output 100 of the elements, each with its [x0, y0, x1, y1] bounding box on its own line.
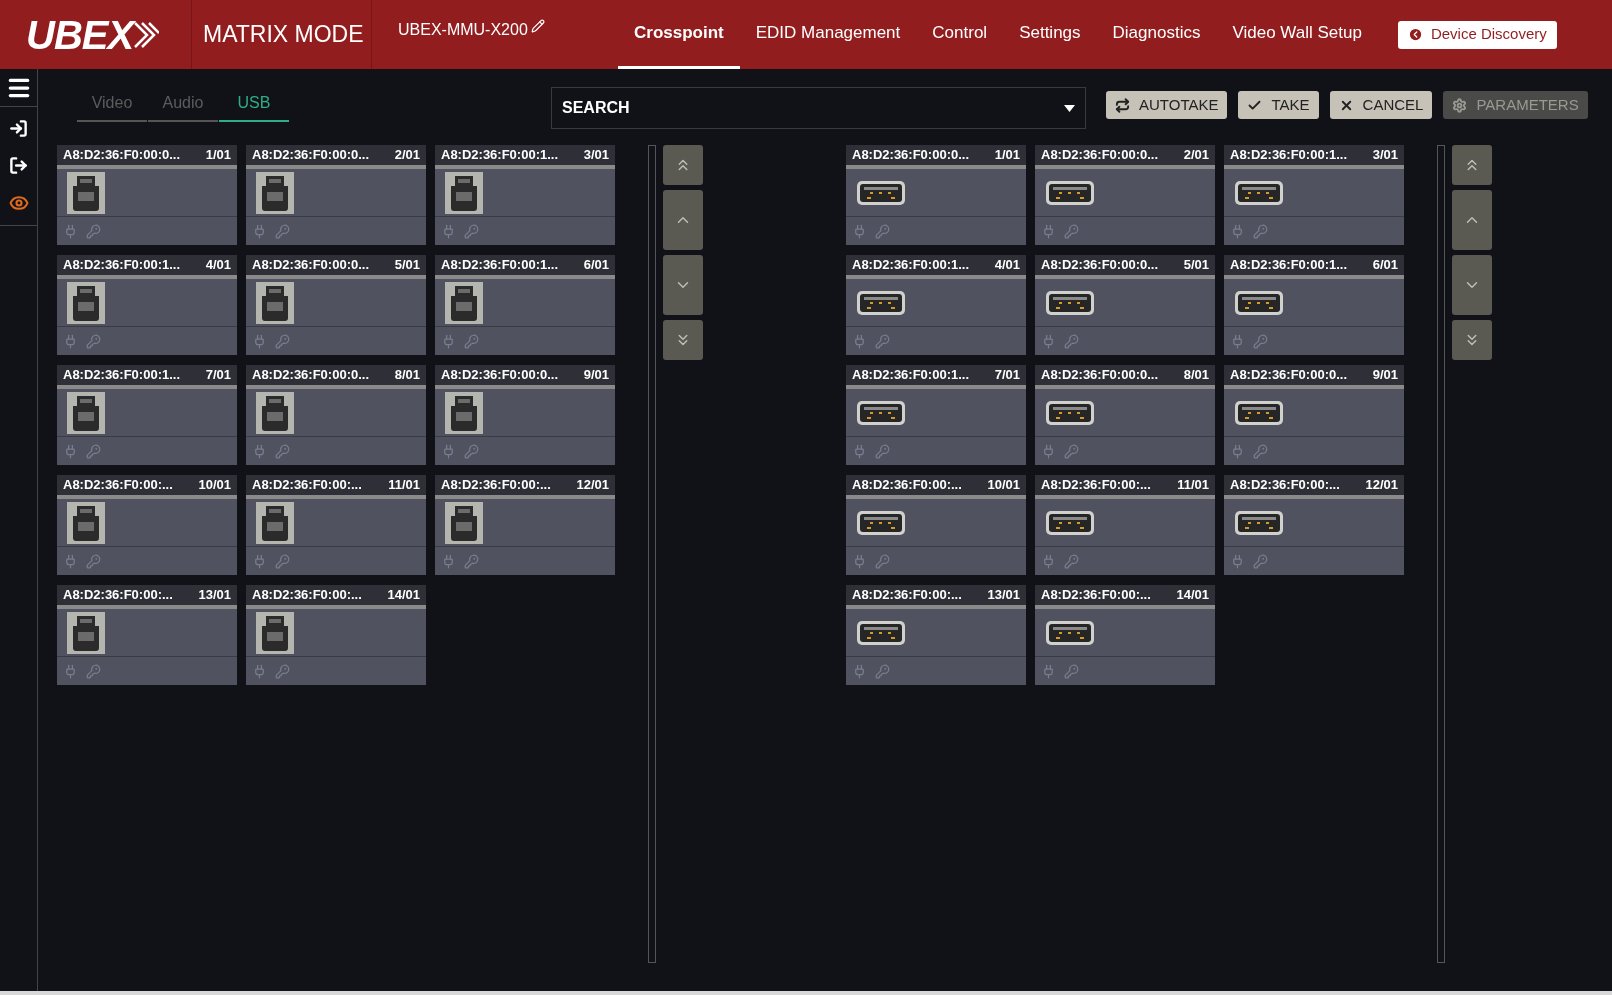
scroll-top-button[interactable] — [1452, 145, 1492, 185]
usb-b-connector-icon — [67, 611, 105, 654]
sign-out-icon[interactable] — [9, 156, 28, 175]
plug-icon — [1041, 223, 1056, 239]
usb-b-connector-icon — [256, 281, 294, 324]
scroll-track[interactable] — [648, 145, 656, 963]
port-card[interactable]: A8:D2:36:F0:00:1... 3/01 — [435, 145, 615, 245]
port-card[interactable]: A8:D2:36:F0:00:0... 1/01 — [846, 145, 1026, 245]
edit-icon[interactable] — [530, 19, 545, 33]
usb-a-connector-icon — [856, 399, 906, 426]
usb-a-connector-icon — [1234, 509, 1284, 536]
key-icon — [464, 443, 479, 459]
port-card[interactable]: A8:D2:36:F0:00:1... 6/01 — [1224, 255, 1404, 355]
chevron-left-circle-icon — [1407, 27, 1423, 42]
device-name: A8:D2:36:F0:00:1... — [441, 256, 559, 275]
search-select[interactable]: SEARCH — [551, 87, 1086, 129]
port-card[interactable]: A8:D2:36:F0:00:0... 1/01 — [57, 145, 237, 245]
scroll-up-button[interactable] — [1452, 190, 1492, 250]
port-card[interactable]: A8:D2:36:F0:00:... 10/01 — [846, 475, 1026, 575]
port-number: 8/01 — [394, 366, 420, 385]
port-card[interactable]: A8:D2:36:F0:00:0... 8/01 — [1035, 365, 1215, 465]
port-card[interactable]: A8:D2:36:F0:00:0... 2/01 — [1035, 145, 1215, 245]
plug-icon — [252, 663, 267, 679]
key-icon — [875, 223, 890, 239]
port-number: 4/01 — [205, 256, 231, 275]
key-icon — [275, 663, 290, 679]
port-card[interactable]: A8:D2:36:F0:00:0... 9/01 — [1224, 365, 1404, 465]
nav-tab[interactable]: EDID Management — [739, 0, 917, 69]
device-name: A8:D2:36:F0:00:... — [1041, 476, 1151, 495]
key-icon — [1064, 663, 1079, 679]
device-name: A8:D2:36:F0:00:... — [852, 476, 962, 495]
port-card[interactable]: A8:D2:36:F0:00:... 11/01 — [1035, 475, 1215, 575]
port-card[interactable]: A8:D2:36:F0:00:0... 9/01 — [435, 365, 615, 465]
usb-a-connector-icon — [1045, 399, 1095, 426]
nav-tab[interactable]: Diagnostics — [1096, 0, 1217, 69]
port-card[interactable]: A8:D2:36:F0:00:... 13/01 — [846, 585, 1026, 685]
port-card[interactable]: A8:D2:36:F0:00:0... 5/01 — [1035, 255, 1215, 355]
nav-tab[interactable]: Video Wall Setup — [1216, 0, 1378, 69]
key-icon — [875, 553, 890, 569]
nav-tab[interactable]: Control — [916, 0, 1004, 69]
plug-icon — [1041, 333, 1056, 349]
port-card[interactable]: A8:D2:36:F0:00:... 12/01 — [1224, 475, 1404, 575]
action-button[interactable]: TAKE — [1238, 91, 1319, 119]
port-card[interactable]: A8:D2:36:F0:00:... 14/01 — [246, 585, 426, 685]
port-number: 1/01 — [205, 146, 231, 165]
device-name: A8:D2:36:F0:00:0... — [63, 146, 181, 165]
dropdown-caret-icon — [1064, 104, 1075, 112]
port-card[interactable]: A8:D2:36:F0:00:0... 8/01 — [246, 365, 426, 465]
device-discovery-button[interactable]: Device Discovery — [1397, 20, 1557, 49]
key-icon — [875, 443, 890, 459]
scroll-bottom-button[interactable] — [663, 320, 703, 360]
action-button[interactable]: AUTOTAKE — [1106, 91, 1228, 119]
plug-icon — [63, 663, 78, 679]
device-name: A8:D2:36:F0:00:1... — [852, 256, 970, 275]
key-icon — [1253, 333, 1268, 349]
port-card[interactable]: A8:D2:36:F0:00:... 11/01 — [246, 475, 426, 575]
port-card[interactable]: A8:D2:36:F0:00:0... 2/01 — [246, 145, 426, 245]
plug-icon — [1230, 443, 1245, 459]
port-card[interactable]: A8:D2:36:F0:00:... 10/01 — [57, 475, 237, 575]
port-card[interactable]: A8:D2:36:F0:00:0... 5/01 — [246, 255, 426, 355]
repeat-icon — [1115, 97, 1130, 113]
plug-icon — [252, 553, 267, 569]
port-card[interactable]: A8:D2:36:F0:00:1... 7/01 — [57, 365, 237, 465]
scroll-top-button[interactable] — [663, 145, 703, 185]
scroll-down-button[interactable] — [663, 255, 703, 315]
key-icon — [464, 223, 479, 239]
scroll-track[interactable] — [1437, 145, 1445, 963]
key-icon — [275, 223, 290, 239]
usb-b-connector-icon — [256, 391, 294, 434]
plug-icon — [63, 333, 78, 349]
nav-tab[interactable]: Crosspoint — [618, 0, 740, 69]
port-number: 11/01 — [1177, 476, 1209, 495]
sign-in-icon[interactable] — [9, 119, 28, 138]
usb-b-connector-icon — [67, 501, 105, 544]
port-card[interactable]: A8:D2:36:F0:00:1... 7/01 — [846, 365, 1026, 465]
action-button[interactable]: CANCEL — [1329, 91, 1433, 119]
usb-a-connector-icon — [1234, 399, 1284, 426]
nav-tab[interactable]: Settings — [1003, 0, 1097, 69]
port-card[interactable]: A8:D2:36:F0:00:1... 3/01 — [1224, 145, 1404, 245]
plug-icon — [63, 223, 78, 239]
port-number: 5/01 — [394, 256, 420, 275]
key-icon — [464, 333, 479, 349]
scroll-bottom-button[interactable] — [1452, 320, 1492, 360]
eye-icon[interactable] — [8, 193, 29, 213]
port-card[interactable]: A8:D2:36:F0:00:1... 6/01 — [435, 255, 615, 355]
key-icon — [875, 663, 890, 679]
port-card[interactable]: A8:D2:36:F0:00:... 12/01 — [435, 475, 615, 575]
port-card[interactable]: A8:D2:36:F0:00:... 13/01 — [57, 585, 237, 685]
usb-a-connector-icon — [856, 179, 906, 206]
usb-a-connector-icon — [1045, 509, 1095, 536]
port-card[interactable]: A8:D2:36:F0:00:... 14/01 — [1035, 585, 1215, 685]
scroll-up-button[interactable] — [663, 190, 703, 250]
port-number: 1/01 — [994, 146, 1020, 165]
port-card[interactable]: A8:D2:36:F0:00:1... 4/01 — [57, 255, 237, 355]
plug-icon — [1230, 223, 1245, 239]
device-name: A8:D2:36:F0:00:0... — [441, 366, 559, 385]
key-icon — [875, 333, 890, 349]
port-card[interactable]: A8:D2:36:F0:00:1... 4/01 — [846, 255, 1026, 355]
scroll-down-button[interactable] — [1452, 255, 1492, 315]
tab[interactable]: USB — [219, 86, 289, 122]
